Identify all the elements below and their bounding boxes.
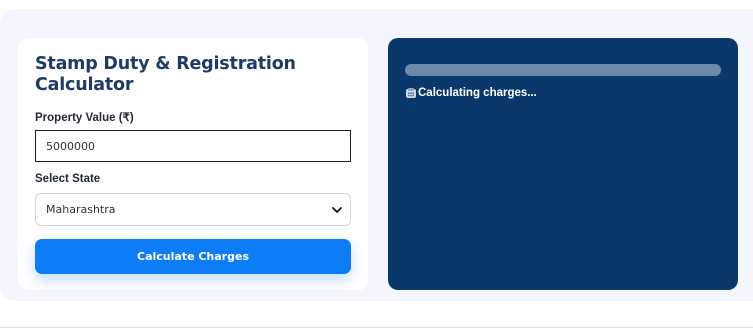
calculate-charges-button[interactable]: Calculate Charges [35, 239, 351, 274]
state-select[interactable]: Maharashtra [35, 193, 351, 226]
calculator-container: Stamp Duty & Registration Calculator Pro… [0, 9, 753, 301]
status-text: Calculating charges... [418, 87, 537, 99]
state-label: Select State [35, 173, 101, 185]
loading-progress-bar [405, 64, 721, 76]
property-value-label: Property Value (₹) [35, 112, 134, 124]
property-value-input[interactable] [35, 130, 351, 162]
calculator-icon [406, 88, 416, 98]
result-panel: Calculating charges... [388, 38, 738, 290]
loading-progress-fill [405, 64, 721, 76]
calculator-form-card: Stamp Duty & Registration Calculator Pro… [18, 38, 368, 290]
state-selected-value: Maharashtra [46, 203, 116, 216]
page-title: Stamp Duty & Registration Calculator [35, 54, 296, 95]
divider [0, 327, 753, 328]
status-row: Calculating charges... [405, 87, 537, 99]
chevron-down-icon [332, 207, 342, 213]
